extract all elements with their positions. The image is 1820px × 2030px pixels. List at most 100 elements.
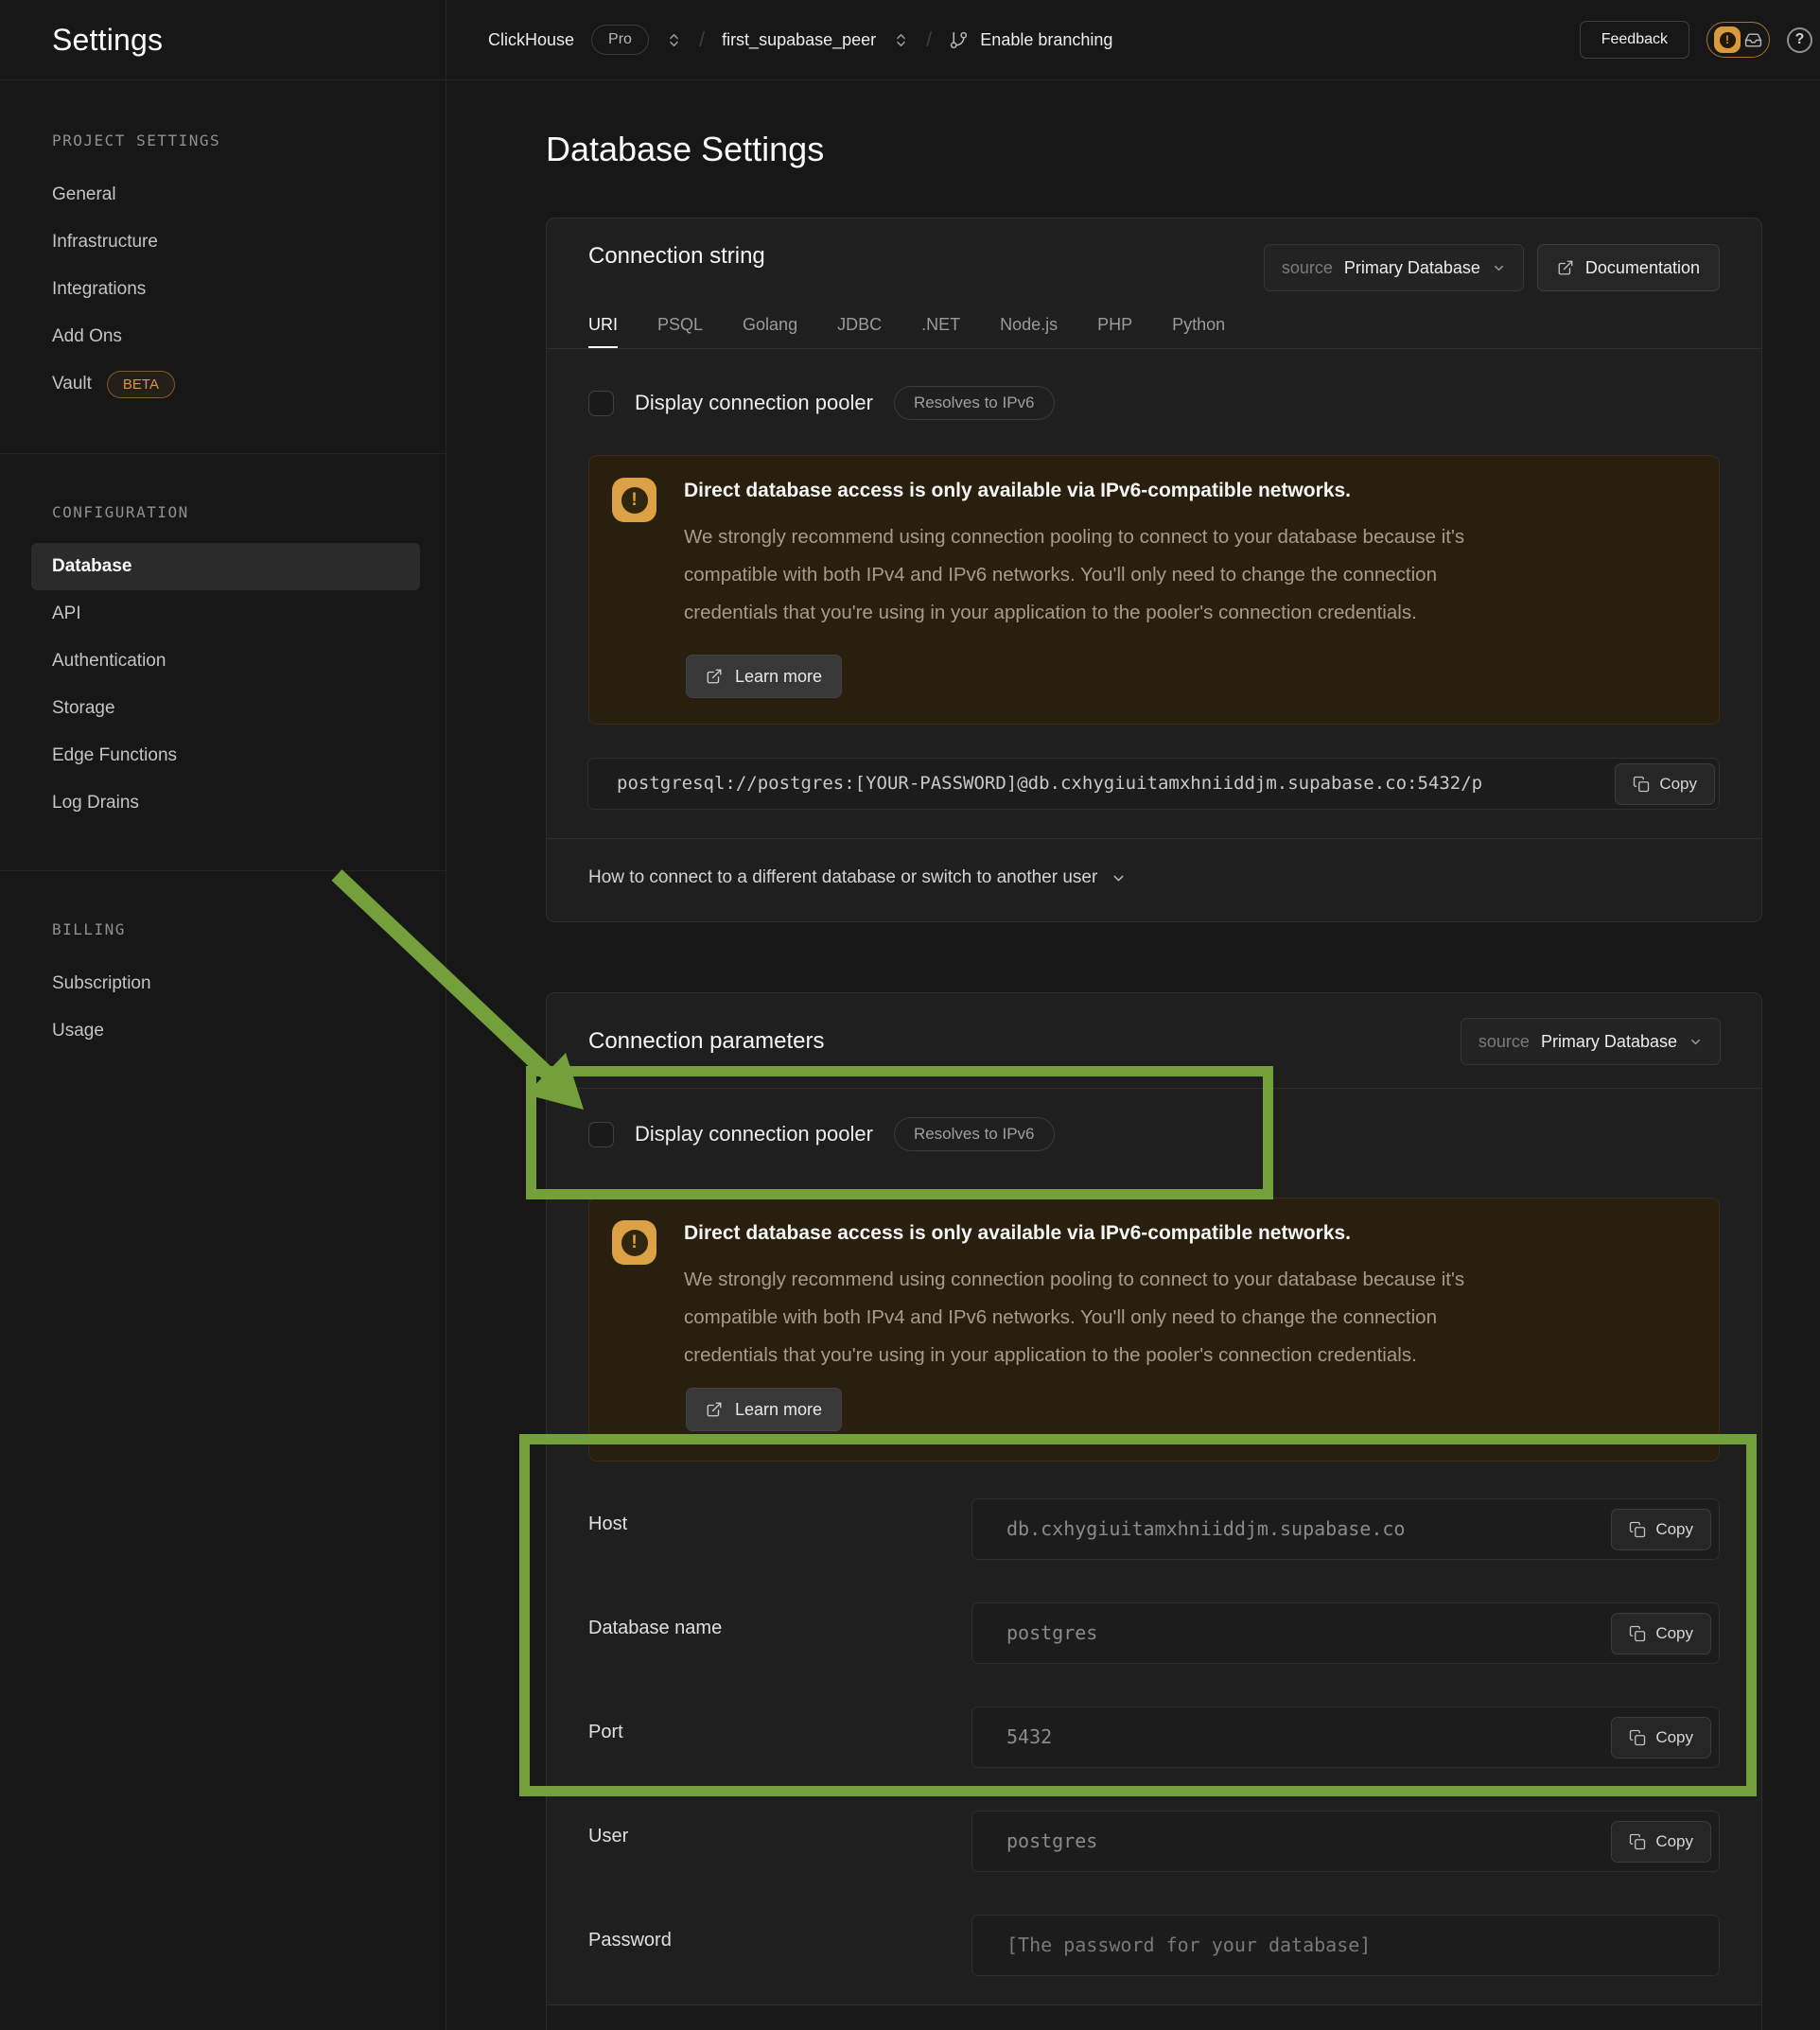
app-screen: Settings ClickHouse Pro / first_supabase… [0, 0, 1820, 2030]
database-name-field[interactable]: postgres Copy [971, 1602, 1720, 1664]
page-title-settings: Settings [52, 23, 163, 58]
chevron-down-icon [1111, 870, 1127, 886]
sidebar-item-vault[interactable]: Vault BETA [31, 360, 420, 408]
sidebar-item-integrations[interactable]: Integrations [31, 266, 420, 313]
section-header-configuration: CONFIGURATION [0, 488, 446, 535]
host-field[interactable]: db.cxhygiuitamxhniiddjm.supabase.co Copy [971, 1498, 1720, 1560]
warning-icon: ! [612, 478, 656, 522]
sidebar-item-storage[interactable]: Storage [31, 685, 420, 732]
copy-database-name-button[interactable]: Copy [1611, 1613, 1711, 1654]
sidebar-item-infrastructure[interactable]: Infrastructure [31, 219, 420, 266]
chevron-down-icon [1492, 261, 1506, 275]
ipv6-warning-banner: ! Direct database access is only availab… [588, 455, 1720, 725]
learn-more-button[interactable]: Learn more [686, 655, 842, 698]
sidebar-item-edge-functions[interactable]: Edge Functions [31, 732, 420, 779]
connection-string-header: Connection string source Primary Databas… [547, 219, 1761, 349]
source-select[interactable]: source Primary Database [1264, 244, 1524, 291]
breadcrumb-separator: / [926, 27, 932, 52]
connection-parameters-header: Connection parameters source Primary Dat… [547, 993, 1761, 1089]
pooler-toggle-row: Display connection pooler Resolves to IP… [588, 376, 1055, 430]
tab-dotnet[interactable]: .NET [921, 301, 960, 348]
copy-port-button[interactable]: Copy [1611, 1717, 1711, 1759]
password-row: Password [The password for your database… [547, 1915, 1761, 1976]
warning-icon: ! [612, 1220, 656, 1265]
documentation-button[interactable]: Documentation [1537, 244, 1720, 291]
resolves-to-ipv6-badge: Resolves to IPv6 [894, 386, 1055, 420]
chevron-down-icon [1689, 1035, 1703, 1049]
user-field[interactable]: postgres Copy [971, 1811, 1720, 1872]
enable-branching-button[interactable]: Enable branching [949, 30, 1112, 50]
port-row: Port 5432 Copy [547, 1706, 1761, 1768]
notifications-button[interactable]: ! [1706, 22, 1770, 58]
connection-uri-field[interactable]: postgresql://postgres:[YOUR-PASSWORD]@db… [587, 758, 1720, 810]
switch-database-expander[interactable]: How to connect to a different database o… [588, 867, 1127, 888]
copy-icon [1629, 1729, 1646, 1746]
inbox-icon [1744, 31, 1762, 49]
copy-icon [1629, 1521, 1646, 1538]
connection-parameters-card: Connection parameters source Primary Dat… [546, 992, 1762, 2030]
copy-uri-button[interactable]: Copy [1615, 763, 1715, 805]
external-link-icon [706, 668, 723, 685]
display-connection-pooler-checkbox[interactable] [588, 391, 614, 416]
breadcrumb-org[interactable]: ClickHouse [488, 30, 574, 50]
feedback-button[interactable]: Feedback [1580, 21, 1689, 59]
tab-uri[interactable]: URI [588, 301, 618, 348]
sidebar-item-general[interactable]: General [31, 171, 420, 219]
connection-string-tabs: URI PSQL Golang JDBC .NET Node.js PHP Py… [588, 301, 1225, 348]
tab-psql[interactable]: PSQL [657, 301, 703, 348]
breadcrumb-separator: / [699, 27, 705, 52]
section-header-billing: BILLING [0, 905, 446, 953]
tab-golang[interactable]: Golang [743, 301, 797, 348]
ipv6-warning-banner: ! Direct database access is only availab… [588, 1198, 1720, 1461]
connection-uri-value: postgresql://postgres:[YOUR-PASSWORD]@db… [588, 759, 1591, 809]
pooler-toggle-row: Display connection pooler Resolves to IP… [588, 1107, 1055, 1162]
help-icon[interactable]: ? [1787, 27, 1812, 53]
sidebar-item-add-ons[interactable]: Add Ons [31, 313, 420, 360]
copy-icon [1629, 1625, 1646, 1642]
source-select[interactable]: source Primary Database [1461, 1018, 1721, 1065]
header-title-area: Settings [0, 0, 446, 79]
sidebar-item-usage[interactable]: Usage [31, 1007, 420, 1055]
breadcrumb: ClickHouse Pro / first_supabase_peer / E… [446, 0, 1580, 79]
tab-nodejs[interactable]: Node.js [1000, 301, 1058, 348]
port-field[interactable]: 5432 Copy [971, 1706, 1720, 1768]
copy-user-button[interactable]: Copy [1611, 1821, 1711, 1863]
tab-python[interactable]: Python [1172, 301, 1225, 348]
plan-badge: Pro [591, 25, 649, 55]
host-row: Host db.cxhygiuitamxhniiddjm.supabase.co… [547, 1498, 1761, 1560]
database-name-row: Database name postgres Copy [547, 1602, 1761, 1664]
git-branch-icon [949, 30, 969, 50]
card-footer-strip [547, 2004, 1761, 2030]
section-header-project-settings: PROJECT SETTINGS [0, 116, 446, 164]
password-field[interactable]: [The password for your database] [971, 1915, 1720, 1976]
connection-parameters-heading: Connection parameters [588, 1028, 824, 1055]
copy-icon [1629, 1833, 1646, 1850]
sidebar-item-api[interactable]: API [31, 590, 420, 638]
sidebar-item-log-drains[interactable]: Log Drains [31, 779, 420, 827]
tab-jdbc[interactable]: JDBC [837, 301, 882, 348]
chevron-up-down-icon[interactable] [893, 32, 909, 48]
resolves-to-ipv6-badge: Resolves to IPv6 [894, 1117, 1055, 1151]
sidebar-item-database[interactable]: Database [31, 543, 420, 590]
external-link-icon [1557, 259, 1574, 276]
sidebar-divider [0, 453, 446, 454]
tab-php[interactable]: PHP [1097, 301, 1132, 348]
main-content: Database Settings Connection string sour… [446, 80, 1820, 2030]
copy-host-button[interactable]: Copy [1611, 1509, 1711, 1550]
learn-more-button[interactable]: Learn more [686, 1388, 842, 1431]
breadcrumb-project[interactable]: first_supabase_peer [722, 30, 876, 50]
header-actions: Feedback ! ? [1580, 0, 1820, 79]
connection-string-footer: How to connect to a different database o… [547, 838, 1761, 921]
display-connection-pooler-checkbox[interactable] [588, 1122, 614, 1147]
enable-branching-label: Enable branching [980, 30, 1112, 50]
top-header: Settings ClickHouse Pro / first_supabase… [0, 0, 1820, 80]
sidebar-item-authentication[interactable]: Authentication [31, 638, 420, 685]
chevron-up-down-icon[interactable] [666, 32, 682, 48]
copy-icon [1633, 776, 1650, 793]
warning-badge-icon: ! [1714, 26, 1741, 53]
beta-badge: BETA [107, 371, 175, 398]
external-link-icon [706, 1401, 723, 1418]
settings-sidebar: PROJECT SETTINGS General Infrastructure … [0, 80, 446, 2030]
connection-string-card: Connection string source Primary Databas… [546, 218, 1762, 922]
sidebar-item-subscription[interactable]: Subscription [31, 960, 420, 1007]
